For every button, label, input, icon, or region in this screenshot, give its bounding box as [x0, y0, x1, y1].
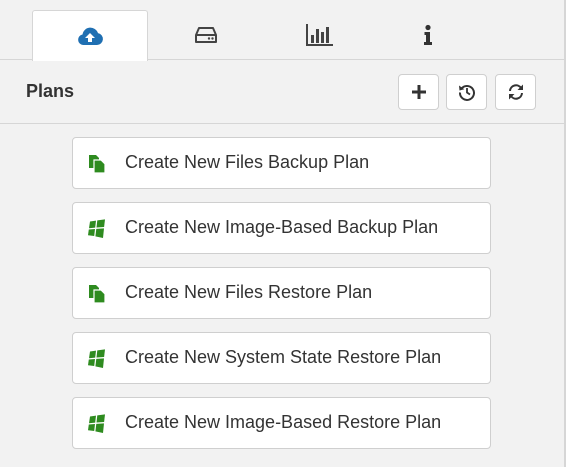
plus-icon	[411, 85, 426, 99]
tab-reports[interactable]	[262, 10, 378, 60]
refresh-button[interactable]	[495, 74, 536, 110]
plan-label: Create New System State Restore Plan	[125, 347, 442, 367]
plans-header: Plans	[0, 60, 564, 124]
refresh-icon	[508, 84, 523, 100]
cloud-upload-icon	[78, 27, 103, 45]
tab-info[interactable]	[370, 10, 486, 60]
windows-icon	[88, 349, 105, 368]
tab-cloud[interactable]	[32, 10, 148, 61]
create-system-state-restore-plan-button[interactable]: Create New System State Restore Plan	[72, 332, 491, 384]
files-icon	[89, 155, 106, 174]
tab-storage[interactable]	[148, 10, 264, 60]
files-icon	[89, 285, 106, 304]
windows-icon	[88, 414, 105, 433]
bar-chart-icon	[306, 24, 333, 46]
create-image-backup-plan-button[interactable]: Create New Image-Based Backup Plan	[72, 202, 491, 254]
plan-label: Create New Image-Based Backup Plan	[125, 217, 439, 237]
page-title: Plans	[26, 81, 75, 101]
hard-drive-icon	[195, 27, 217, 43]
info-icon	[424, 24, 432, 45]
history-icon	[458, 84, 475, 101]
plan-label: Create New Image-Based Restore Plan	[125, 412, 442, 432]
create-files-backup-plan-button[interactable]: Create New Files Backup Plan	[72, 137, 491, 189]
create-image-restore-plan-button[interactable]: Create New Image-Based Restore Plan	[72, 397, 491, 449]
windows-icon	[88, 219, 105, 238]
history-button[interactable]	[446, 74, 487, 110]
tab-bar	[0, 0, 564, 61]
plan-label: Create New Files Restore Plan	[125, 282, 373, 302]
add-plan-button[interactable]	[398, 74, 439, 110]
plan-label: Create New Files Backup Plan	[125, 152, 370, 172]
create-files-restore-plan-button[interactable]: Create New Files Restore Plan	[72, 267, 491, 319]
